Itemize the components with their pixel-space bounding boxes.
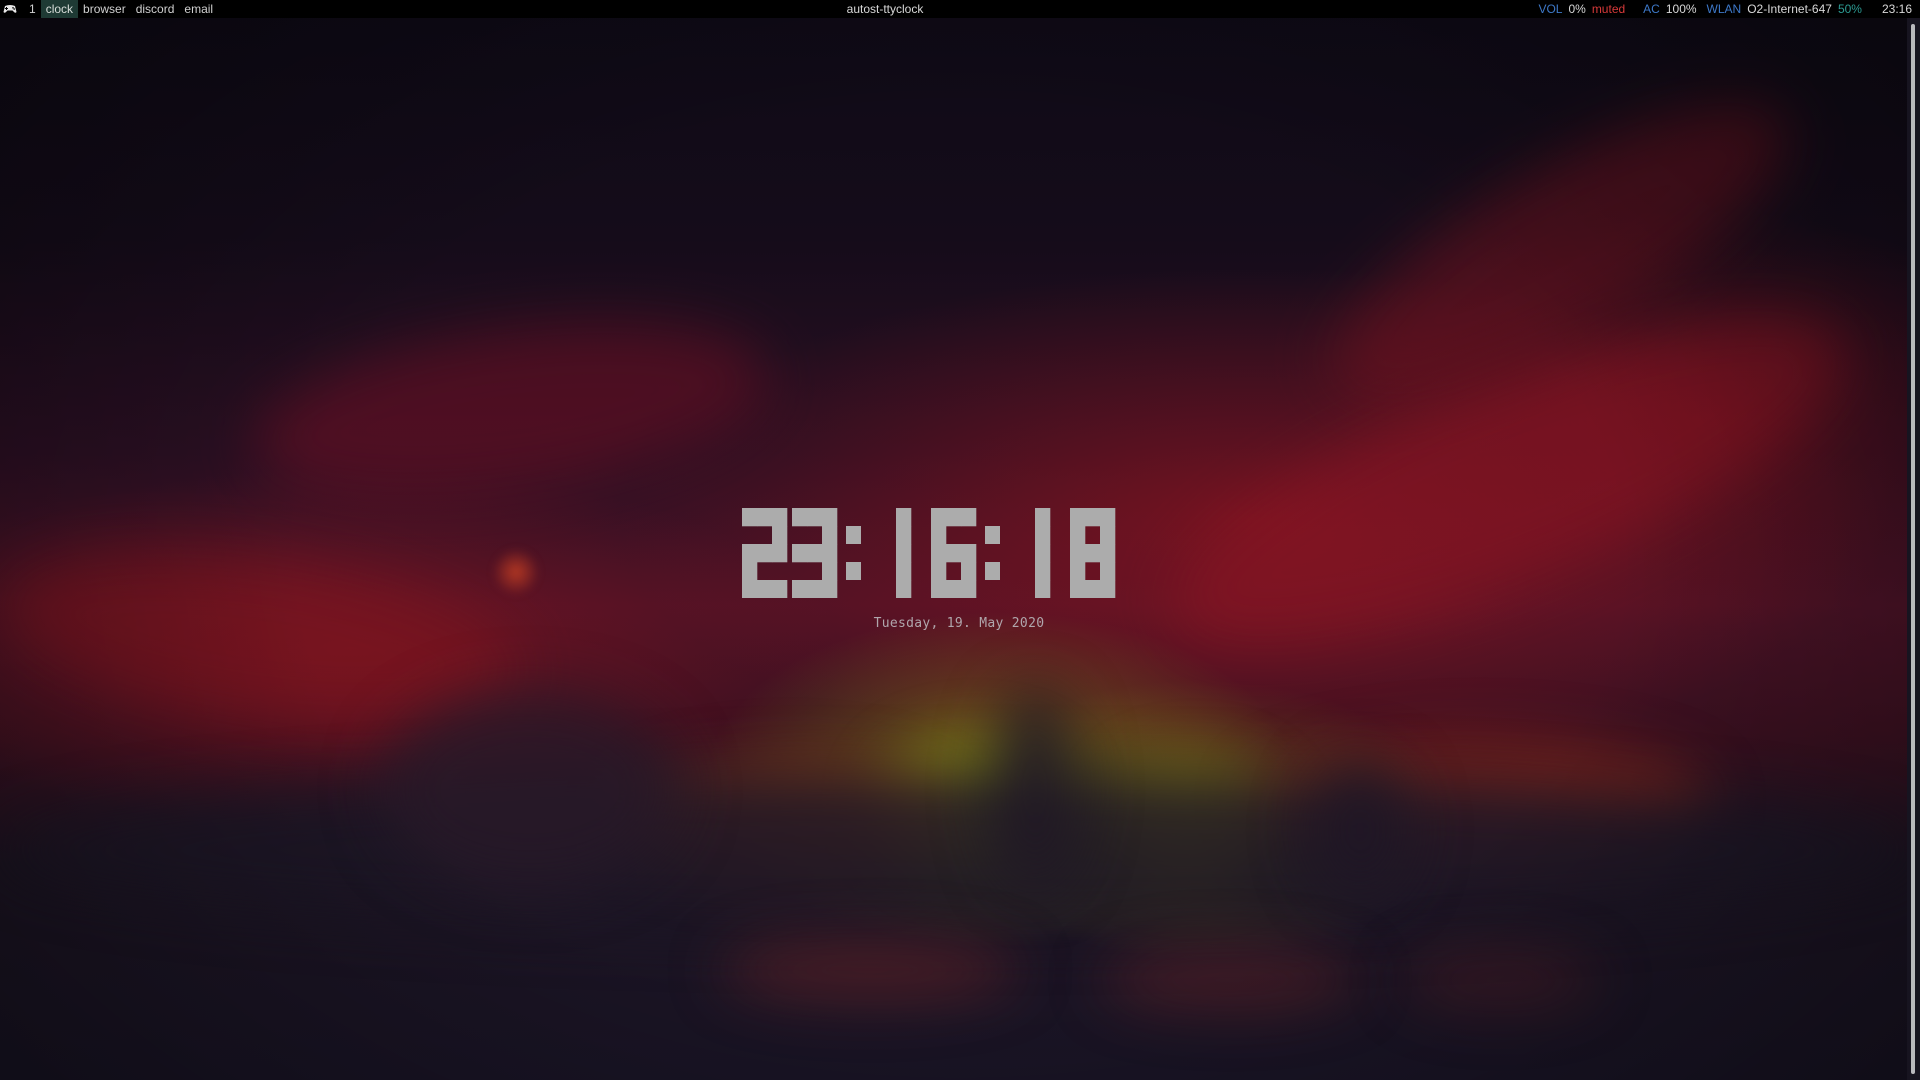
clock-date: Tuesday, 19. May 2020 — [873, 616, 1045, 631]
clock-digits — [742, 508, 1116, 598]
clock-digit-1 — [1035, 508, 1051, 598]
tty-clock — [742, 508, 1154, 598]
terminal-scrollbar[interactable] — [1907, 18, 1920, 1080]
wlan-ssid[interactable]: O2-Internet-647 — [1747, 0, 1832, 18]
wlan-quality[interactable]: 50% — [1838, 0, 1862, 18]
volume-muted-state[interactable]: muted — [1592, 0, 1625, 18]
scrollbar-thumb[interactable] — [1911, 24, 1915, 1074]
volume-label[interactable]: VOL — [1538, 0, 1562, 18]
top-bar: 1 clock browser discord email autost-tty… — [0, 0, 1920, 18]
clock-digit-6 — [931, 508, 977, 598]
volume-value[interactable]: 0% — [1568, 0, 1585, 18]
clock-digit-2 — [742, 508, 788, 598]
ac-label: AC — [1643, 2, 1660, 16]
bar-clock[interactable]: 23:16 — [1882, 0, 1912, 18]
window-title: autost-ttyclock — [846, 2, 924, 16]
status-area: VOL 0% muted AC 100% WLAN O2-Internet-64… — [1538, 0, 1912, 18]
wlan-label[interactable]: WLAN — [1707, 0, 1742, 18]
ac-value: 100% — [1665, 2, 1697, 16]
clock-colon — [846, 526, 861, 580]
clock-colon — [985, 526, 1000, 580]
clock-digit-8 — [1070, 508, 1116, 598]
clock-digit-3 — [792, 508, 838, 598]
clock-digit-1 — [896, 508, 912, 598]
desktop: 1 clock browser discord email autost-tty… — [0, 0, 1920, 1080]
